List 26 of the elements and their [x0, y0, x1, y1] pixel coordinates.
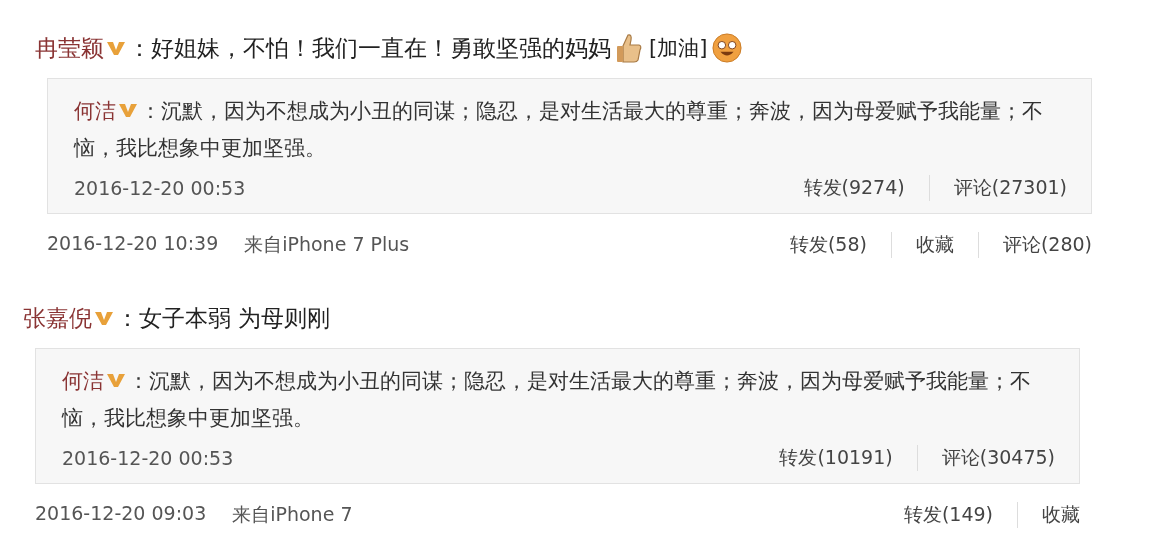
colon: ： [128, 33, 151, 63]
timestamp: 2016-12-20 10:39 [47, 232, 219, 256]
action-link[interactable]: 收藏 [890, 232, 978, 258]
author-name[interactable]: 冉莹颖 [35, 32, 104, 64]
quoted-text: 何洁 ：沉默，因为不想成为小丑的同谋；隐忍，是对生活最大的尊重；奔波，因为母爱赋予我能量；不恼，我比想象中更加坚强。 [62, 368, 1032, 432]
action-link[interactable]: 转发(10191) [755, 445, 917, 471]
action-link[interactable]: 转发(9274) [779, 175, 929, 201]
action-link[interactable]: 评论(27301) [928, 175, 1067, 201]
timestamp: 2016-12-20 00:53 [74, 177, 246, 199]
post-text: 好姐妹，不怕！我们一直在！勇敢坚强的妈妈 [151, 33, 611, 63]
source-text: 来自iPhone 7 Plus [244, 232, 410, 257]
smiley-face-icon [712, 32, 743, 64]
timestamp: 2016-12-20 09:03 [35, 502, 207, 526]
author-name[interactable]: 张嘉倪 [23, 302, 92, 334]
quoted-text: 何洁 ：沉默，因为不想成为小丑的同谋；隐忍，是对生活最大的尊重；奔波，因为母爱赋予我能量；不恼，我比想象中更加坚强。 [74, 98, 1044, 162]
action-link[interactable]: 转发(149) [879, 502, 1017, 528]
timestamp: 2016-12-20 00:53 [62, 447, 234, 469]
thumbs-up-icon [614, 32, 644, 64]
emoji-tag: [加油] [649, 34, 708, 62]
action-link[interactable]: 收藏 [1017, 502, 1080, 528]
post-text: 女子本弱 为母则刚 [139, 303, 331, 333]
action-link[interactable]: 评论(280) [977, 232, 1092, 258]
colon: ： [116, 303, 139, 333]
source-text: 来自iPhone 7 [232, 502, 353, 527]
action-link[interactable]: 评论(30475) [916, 445, 1055, 471]
action-link[interactable]: 转发(58) [765, 232, 891, 258]
